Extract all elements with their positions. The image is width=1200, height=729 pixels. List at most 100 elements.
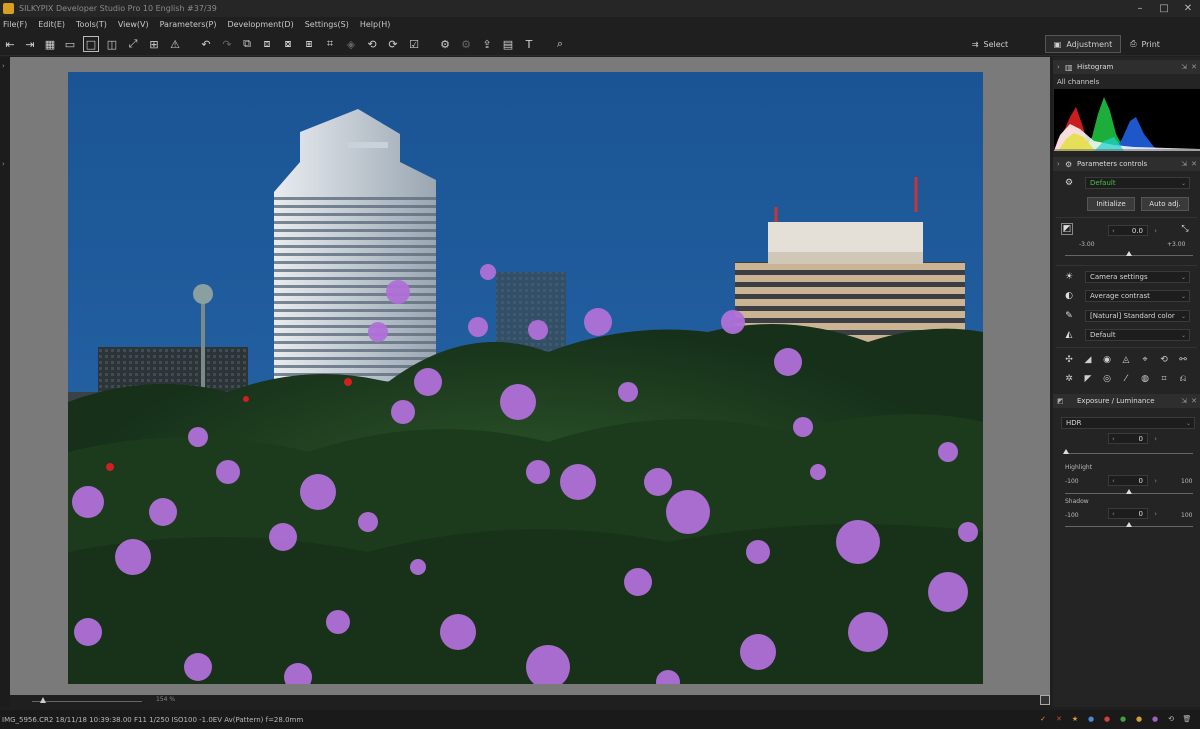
label-purple-icon[interactable]: ● [1150, 714, 1160, 724]
rating-icon[interactable]: ★ [1070, 714, 1080, 724]
increment-icon[interactable]: › [1154, 510, 1157, 518]
reject-icon[interactable]: ✕ [1054, 714, 1064, 724]
close-icon[interactable]: ✕ [1191, 63, 1197, 71]
color-dropdown[interactable]: [Natural] Standard color ⌄ [1085, 310, 1190, 322]
pin-icon[interactable]: ⇲ [1181, 397, 1187, 405]
shadow-value-box[interactable]: ‹ 0 › [1108, 508, 1157, 519]
expand-browser-icon[interactable]: › [2, 160, 5, 168]
increment-icon[interactable]: › [1154, 477, 1157, 485]
maximize-icon[interactable]: □ [1152, 0, 1176, 17]
grid-icon[interactable]: ⊞ [146, 36, 162, 52]
hue-icon[interactable]: ◬ [1120, 354, 1132, 366]
copy-parameters-icon[interactable]: ⧉ [239, 36, 255, 52]
expand-left-icon[interactable]: › [2, 62, 5, 70]
apply-icon[interactable]: ⧆ [301, 36, 317, 52]
highlight-slider-knob[interactable] [1126, 489, 1132, 494]
rotate-back-icon[interactable]: ⟲ [1166, 714, 1176, 724]
hdr-slider[interactable] [1065, 453, 1193, 454]
dropper-icon[interactable]: ⌖ [1139, 354, 1151, 366]
parameters-header[interactable]: › ⚙ Parameters controls ⇲ ✕ [1053, 157, 1200, 171]
crop-icon[interactable]: ⌗ [322, 36, 338, 52]
info-icon[interactable]: ▤ [500, 36, 516, 52]
menu-edit[interactable]: Edit(E) [38, 20, 65, 29]
histogram-header[interactable]: › ▥ Histogram ⇲ ✕ [1053, 60, 1200, 74]
menu-development[interactable]: Development(D) [227, 20, 293, 29]
minimize-icon[interactable]: – [1128, 0, 1152, 17]
decrement-icon[interactable]: ‹ [1112, 435, 1115, 443]
warning-icon[interactable]: ⚠ [167, 36, 183, 52]
increment-icon[interactable]: › [1154, 435, 1157, 443]
menu-parameters[interactable]: Parameters(P) [160, 20, 217, 29]
collapse-caret-icon[interactable]: › [1057, 160, 1065, 168]
exposure-auto-icon[interactable]: ⤡ [1179, 223, 1191, 235]
auto-adj-button[interactable]: Auto adj. [1141, 197, 1189, 211]
print-mode-button[interactable]: ⎙ Print [1125, 35, 1165, 53]
contrast-dropdown[interactable]: Average contrast ⌄ [1085, 290, 1190, 302]
preset-dropdown[interactable]: Default ⌄ [1085, 177, 1190, 189]
hdr-slider-knob[interactable] [1063, 449, 1069, 454]
clarity-icon[interactable]: ◤ [1082, 373, 1094, 385]
highlight-value-box[interactable]: ‹ 0 › [1108, 475, 1157, 486]
tone-curve-icon[interactable]: ◢ [1082, 354, 1094, 366]
rotate-left-icon[interactable]: ⟲ [364, 36, 380, 52]
zoom-icon[interactable]: ⌕ [552, 36, 568, 52]
previous-icon[interactable]: ⇤ [2, 36, 18, 52]
hdr-dropdown[interactable]: HDR ⌄ [1061, 417, 1195, 429]
develop-queue-icon[interactable]: ✓ [1038, 714, 1048, 724]
select-mode-button[interactable]: ⇉ Select [965, 35, 1015, 53]
shadow-slider-knob[interactable] [1126, 522, 1132, 527]
text-icon[interactable]: T [521, 36, 537, 52]
brush-icon[interactable]: ⁄ [1120, 373, 1132, 385]
collapse-caret-icon[interactable]: › [1057, 63, 1065, 71]
menu-settings[interactable]: Settings(S) [305, 20, 349, 29]
export-icon[interactable]: ⇪ [479, 36, 495, 52]
close-icon[interactable]: ✕ [1191, 397, 1197, 405]
crop-tool-icon[interactable]: ⌗ [1158, 373, 1170, 385]
preset-gear-icon[interactable]: ⚙ [1063, 177, 1075, 189]
pin-icon[interactable]: ⇲ [1181, 160, 1187, 168]
exposure-value-box[interactable]: ‹ 0.0 › [1108, 225, 1157, 236]
label-blue-icon[interactable]: ● [1086, 714, 1096, 724]
noise-icon[interactable]: ✲ [1063, 373, 1075, 385]
initialize-button[interactable]: Initialize [1087, 197, 1135, 211]
next-icon[interactable]: ⇥ [22, 36, 38, 52]
pin-icon[interactable]: ⇲ [1181, 63, 1187, 71]
lens-icon[interactable]: ◎ [1101, 373, 1113, 385]
paste-parameters-icon[interactable]: ⧈ [259, 36, 275, 52]
sharpness-icon[interactable]: ◭ [1063, 329, 1075, 341]
label-red-icon[interactable]: ● [1102, 714, 1112, 724]
label-yellow-icon[interactable]: ● [1134, 714, 1144, 724]
decrement-icon[interactable]: ‹ [1112, 227, 1115, 235]
close-icon[interactable]: ✕ [1191, 160, 1197, 168]
color-brush-icon[interactable]: ✎ [1063, 310, 1075, 322]
label-green-icon[interactable]: ● [1118, 714, 1128, 724]
paste-partial-icon[interactable]: ⧇ [280, 36, 296, 52]
zoom-slider-track[interactable] [32, 701, 142, 702]
zoom-slider-knob[interactable] [40, 697, 46, 703]
menu-file[interactable]: File(F) [3, 20, 27, 29]
sharpness-dropdown[interactable]: Default ⌄ [1085, 329, 1190, 341]
decrement-icon[interactable]: ‹ [1112, 477, 1115, 485]
layers-icon[interactable]: ◈ [343, 36, 359, 52]
fit-to-window-icon[interactable] [1040, 695, 1050, 705]
single-view-icon[interactable]: □ [83, 36, 99, 52]
close-icon[interactable]: ✕ [1176, 0, 1200, 17]
mark-icon[interactable]: ☑ [406, 36, 422, 52]
white-balance-dropdown[interactable]: Camera settings ⌄ [1085, 271, 1190, 283]
delete-icon[interactable]: 🗑 [1182, 714, 1192, 724]
color-icon[interactable]: ◉ [1101, 354, 1113, 366]
exposure-luminance-header[interactable]: ◩ Exposure / Luminance ⇲ ✕ [1053, 394, 1200, 408]
contrast-icon[interactable]: ◐ [1063, 290, 1075, 302]
spot-removal-icon[interactable]: ◍ [1139, 373, 1151, 385]
fullscreen-icon[interactable]: ⤢ [125, 36, 141, 52]
tone-icon[interactable]: ✣ [1063, 354, 1075, 366]
develop-batch-icon[interactable]: ⚙ [458, 36, 474, 52]
rotate-right-icon[interactable]: ⟳ [385, 36, 401, 52]
rotate-icon[interactable]: ⟲ [1158, 354, 1170, 366]
develop-icon[interactable]: ⚙ [437, 36, 453, 52]
preview-photo[interactable] [68, 72, 983, 684]
exposure-slider-knob[interactable] [1126, 251, 1132, 256]
undo-icon[interactable]: ↶ [198, 36, 214, 52]
menu-help[interactable]: Help(H) [360, 20, 391, 29]
compare-view-icon[interactable]: ◫ [104, 36, 120, 52]
